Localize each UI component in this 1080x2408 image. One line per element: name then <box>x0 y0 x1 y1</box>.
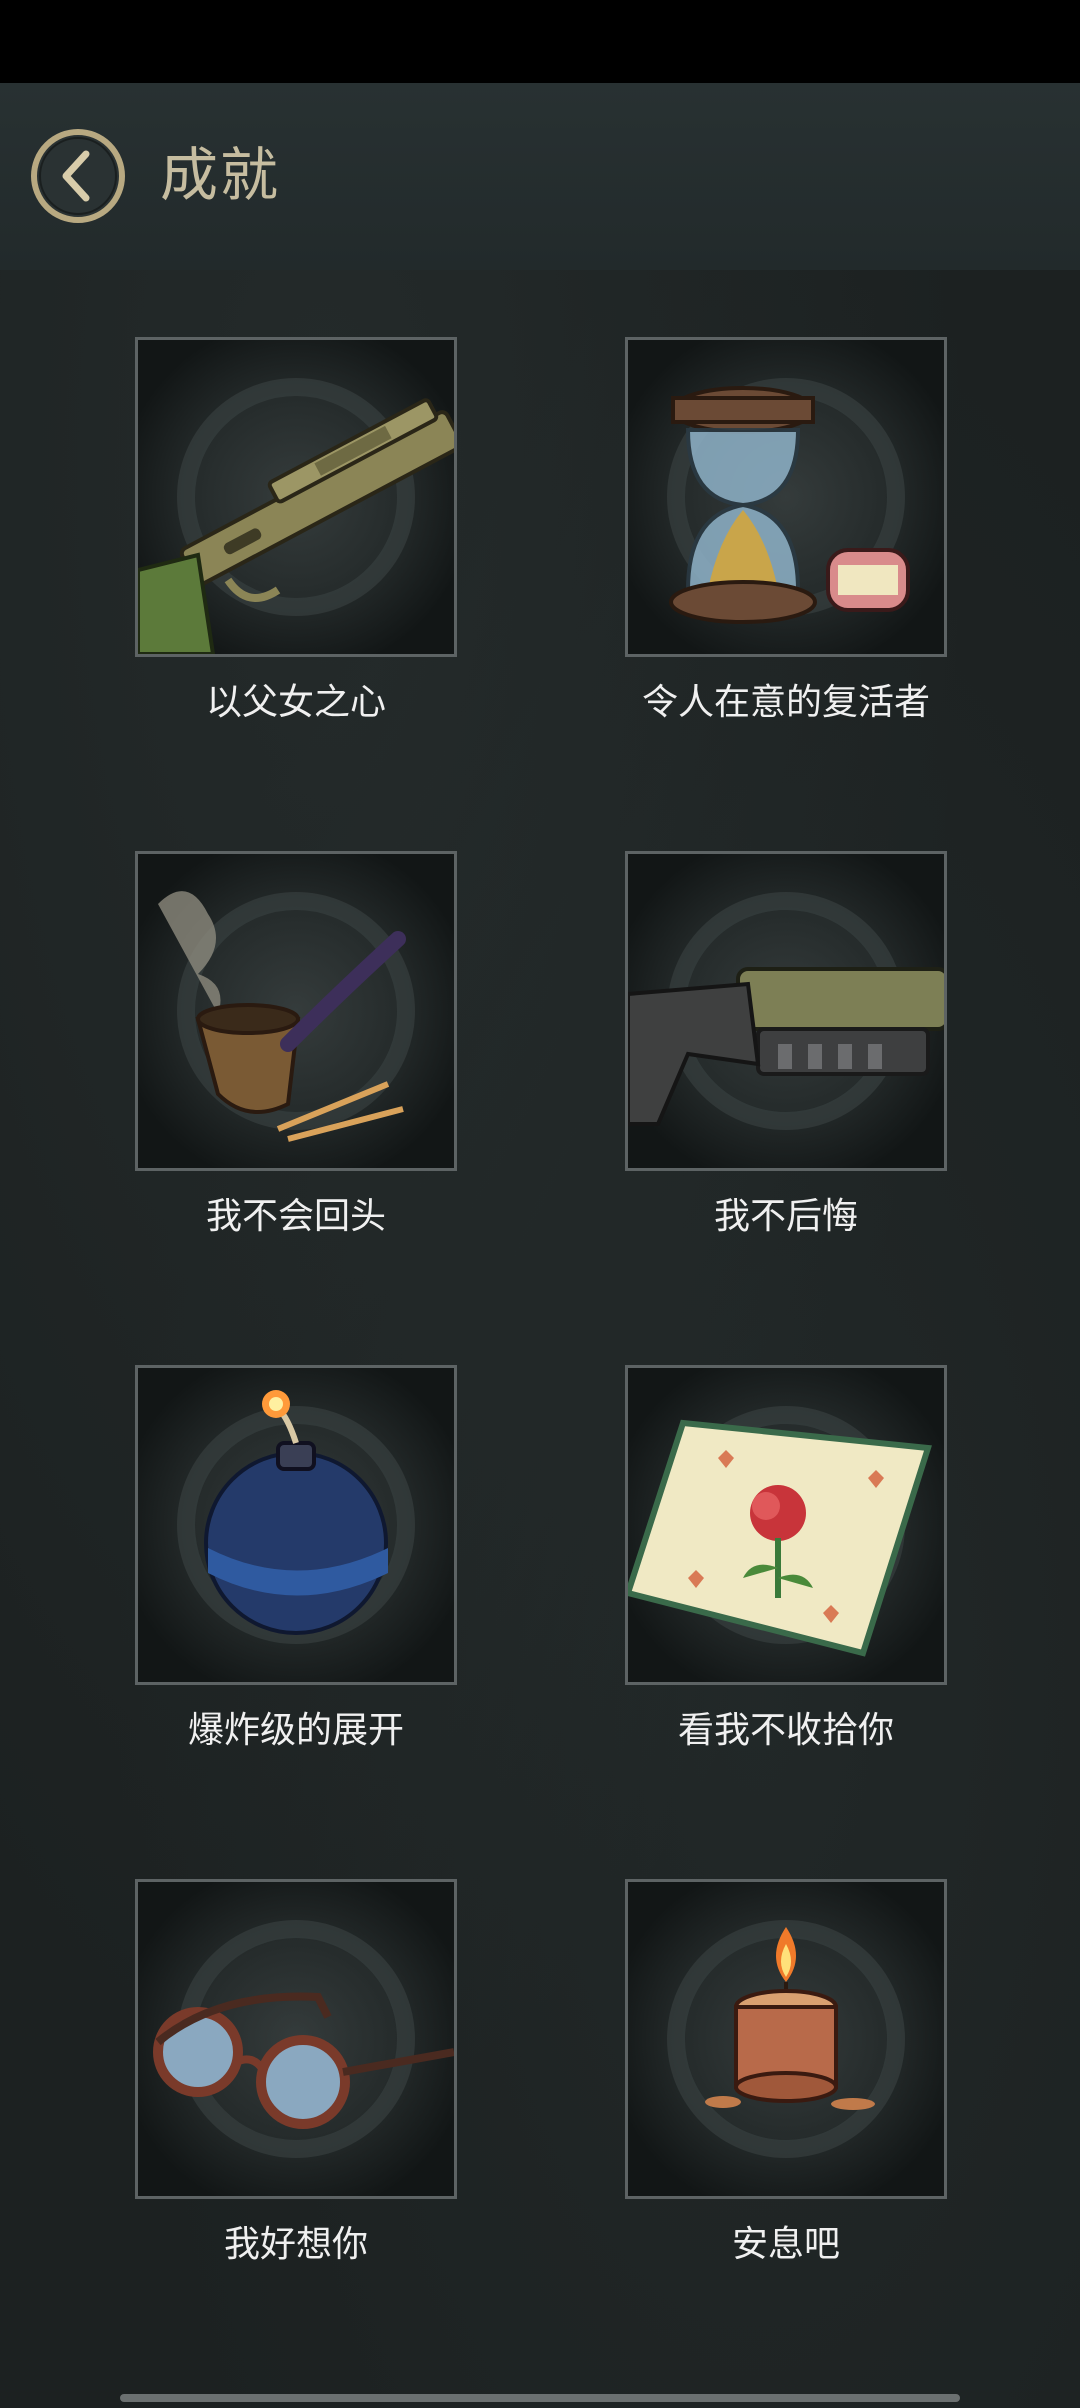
hourglass-dentures-icon <box>667 378 910 624</box>
bottom-scroll-indicator <box>120 2394 960 2402</box>
page-title: 成就 <box>160 141 281 209</box>
achievement-frame[interactable] <box>135 851 457 1171</box>
achievement-label: 以父女之心 <box>205 682 386 723</box>
rose-handkerchief-icon <box>628 1406 932 1657</box>
shotgun-icon <box>138 378 454 654</box>
achievement-frame[interactable] <box>625 1879 947 2199</box>
bomb-icon <box>177 1390 415 1644</box>
pipe-matches-icon <box>158 891 415 1142</box>
status-bar <box>0 0 1080 83</box>
chevron-left-icon <box>31 129 125 223</box>
glasses-icon <box>153 1920 454 2158</box>
nail-gun-icon <box>628 892 944 1130</box>
achievement-label: 爆炸级的展开 <box>187 1710 404 1751</box>
achievement-label: 我好想你 <box>223 2224 368 2265</box>
achievement-label: 看我不收拾你 <box>677 1710 894 1751</box>
achievement-frame[interactable] <box>625 851 947 1171</box>
achievement-frame[interactable] <box>625 337 947 657</box>
back-button[interactable] <box>30 128 126 224</box>
achievement-frame[interactable] <box>625 1365 947 1685</box>
achievement-label: 我不会回头 <box>205 1196 386 1237</box>
achievement-frame[interactable] <box>135 1365 457 1685</box>
achievement-label: 安息吧 <box>731 2224 840 2265</box>
candle-icon <box>667 1920 905 2158</box>
achievement-label: 我不后悔 <box>713 1196 858 1237</box>
achievement-label: 令人在意的复活者 <box>641 682 930 723</box>
achievement-frame[interactable] <box>135 1879 457 2199</box>
achievements-screen: 成就 以父女之心 令人在意的复活者 我不会回头 我不后悔 爆炸级的展开 看我不收… <box>0 0 1080 2408</box>
achievement-frame[interactable] <box>135 337 457 657</box>
header-bar: 成就 <box>0 83 1080 270</box>
